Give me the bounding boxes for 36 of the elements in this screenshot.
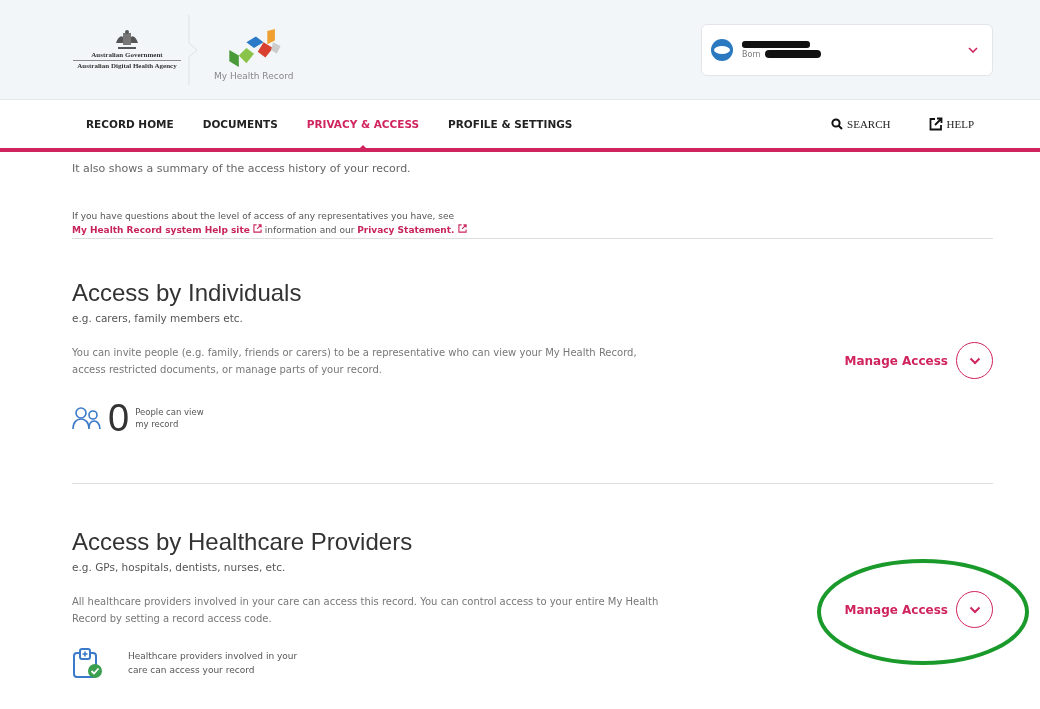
people-count: 0	[108, 399, 130, 437]
nav-tab[interactable]: DOCUMENTS	[202, 100, 278, 148]
clipboard-check-icon	[72, 648, 102, 678]
chevron-down-icon	[968, 46, 978, 53]
born-label: Born	[742, 49, 761, 59]
section-description: All healthcare providers involved in your care can access this record. You can control access to your entire My Health Record by setting a record access code.	[72, 594, 660, 626]
brand-name: My Health Record	[214, 70, 294, 81]
section-title: Access by Individuals	[72, 279, 303, 307]
manage-access-button[interactable]: Manage Access	[844, 591, 993, 628]
section-subtitle: e.g. GPs, hospitals, dentists, nurses, etc.	[72, 561, 287, 573]
external-link-icon	[457, 224, 467, 233]
chevron-down-icon	[968, 356, 981, 365]
external-link-icon	[928, 117, 943, 131]
providers-access-text: Healthcare providers involved in your care can access your record	[128, 650, 299, 677]
section-description: You can invite people (e.g. family, friends or carers) to be a representative who can view your My Health Record, access restricted documents, or manage parts of your record.	[72, 345, 638, 377]
help-button[interactable]: HELP	[922, 116, 980, 132]
people-icon	[72, 406, 102, 430]
people-count-label: People can view my record	[135, 406, 205, 430]
help-site-link[interactable]: My Health Record system Help site	[72, 225, 262, 235]
manage-access-button[interactable]: Manage Access	[844, 342, 993, 379]
nav-tab[interactable]: RECORD HOME	[86, 100, 174, 148]
redaction-mark	[764, 50, 821, 58]
nav-tab[interactable]: PRIVACY & ACCESS	[306, 100, 420, 148]
help-paragraph: If you have questions about the level of access of any representatives you have, see My Health Record system Help site information and our Privacy Statement.	[72, 209, 993, 237]
section-title: Access by Healthcare Providers	[72, 528, 414, 556]
external-link-icon	[252, 224, 262, 233]
redaction-mark	[742, 40, 810, 48]
section-subtitle: e.g. carers, family members etc.	[72, 312, 244, 324]
avatar-icon	[710, 37, 734, 62]
search-icon	[831, 118, 844, 130]
nav-tab[interactable]: PROFILE & SETTINGS	[448, 100, 573, 148]
chevron-down-icon	[968, 605, 981, 614]
profile-selector[interactable]: Born	[701, 23, 993, 76]
search-button[interactable]: SEARCH	[825, 117, 897, 131]
intro-text: It also shows a summary of the access history of your record.	[72, 162, 412, 175]
privacy-statement-link[interactable]: Privacy Statement.	[357, 225, 467, 235]
